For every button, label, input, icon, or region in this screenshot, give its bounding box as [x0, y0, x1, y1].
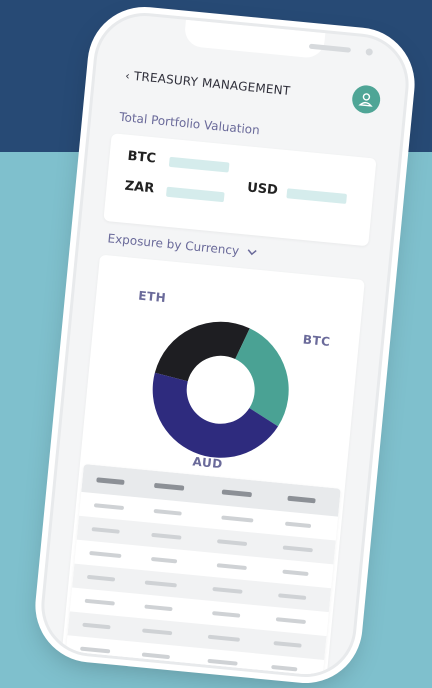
- portfolio-card: BTC ZAR USD: [103, 133, 377, 247]
- donut-slice-eth: [154, 321, 250, 382]
- legend-eth: ETH: [137, 288, 167, 306]
- chevron-left-icon: ‹: [124, 69, 131, 83]
- usd-value-placeholder: [286, 188, 348, 204]
- holdings-table: [64, 464, 341, 679]
- exposure-donut-chart: [152, 321, 289, 458]
- zar-value-placeholder: [165, 186, 225, 203]
- front-camera: [365, 48, 374, 56]
- back-link[interactable]: ‹ TREASURY MANAGEMENT: [125, 68, 291, 98]
- exposure-title: Exposure by Currency: [107, 231, 240, 258]
- zar-label: ZAR: [124, 178, 155, 197]
- back-link-label: TREASURY MANAGEMENT: [133, 69, 291, 99]
- header-cell: [287, 495, 316, 504]
- header-cell: [221, 489, 253, 498]
- header-cell: [96, 477, 125, 485]
- chevron-down-icon: [247, 249, 257, 256]
- exposure-dropdown[interactable]: Exposure by Currency: [107, 231, 257, 259]
- header-cell: [153, 482, 185, 491]
- usd-label: USD: [246, 180, 279, 199]
- btc-label: BTC: [126, 148, 157, 167]
- phone-mockup: ‹ TREASURY MANAGEMENT Total Portfolio Val…: [40, 11, 410, 679]
- avatar[interactable]: [350, 84, 382, 115]
- speaker-grill: [308, 43, 352, 53]
- legend-btc: BTC: [302, 332, 332, 350]
- btc-value-placeholder: [168, 156, 230, 173]
- user-icon: [358, 93, 373, 107]
- phone-screen: ‹ TREASURY MANAGEMENT Total Portfolio Val…: [40, 11, 410, 679]
